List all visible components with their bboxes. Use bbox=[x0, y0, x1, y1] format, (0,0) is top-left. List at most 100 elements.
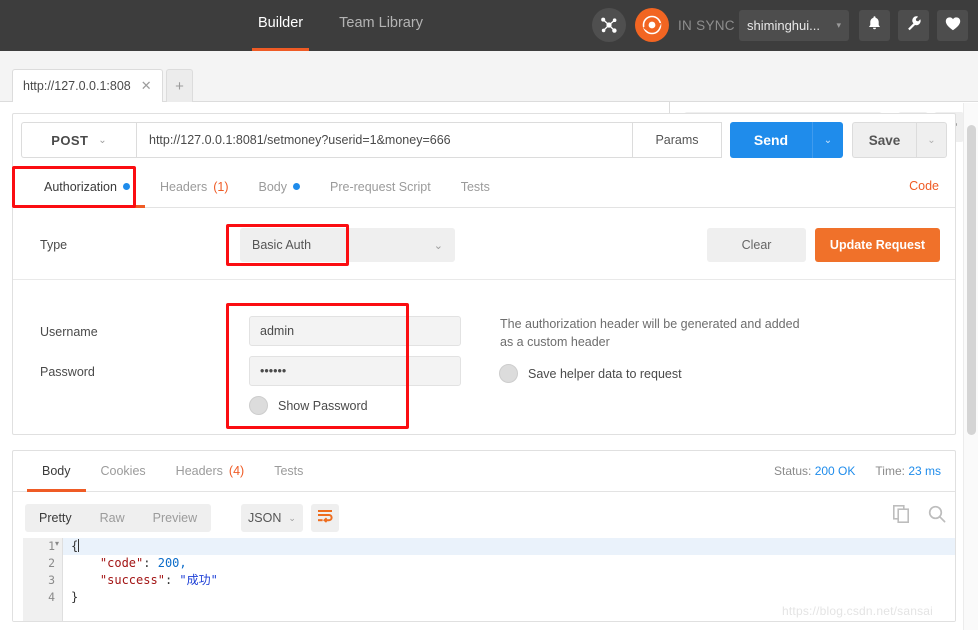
word-wrap-icon bbox=[317, 509, 333, 528]
network-nodes-icon[interactable] bbox=[592, 8, 626, 42]
sync-orbit-icon[interactable] bbox=[635, 8, 669, 42]
send-options-button[interactable]: ⌄ bbox=[812, 122, 843, 158]
status-value: 200 OK bbox=[814, 464, 856, 478]
save-helper-data-toggle[interactable]: Save helper data to request bbox=[499, 364, 682, 383]
copy-response-button[interactable] bbox=[893, 505, 910, 528]
new-tab-button[interactable]: + bbox=[166, 69, 193, 102]
chevron-down-icon: ⌄ bbox=[98, 134, 107, 146]
wrench-icon bbox=[906, 15, 922, 36]
auth-help-text: The authorization header will be generat… bbox=[500, 317, 800, 349]
request-tab-label: http://127.0.0.1:808 bbox=[23, 79, 131, 93]
auth-type-value: Basic Auth bbox=[252, 238, 312, 252]
radio-icon bbox=[249, 396, 268, 415]
header-nav: Builder Team Library bbox=[240, 0, 441, 51]
method-selector[interactable]: POST ⌄ bbox=[21, 122, 136, 158]
tab-label: Authorization bbox=[44, 179, 117, 194]
code-link[interactable]: Code bbox=[909, 179, 939, 193]
search-response-button[interactable] bbox=[928, 505, 946, 528]
tab-pre-request-script[interactable]: Pre-request Script bbox=[315, 166, 446, 207]
status-badge: Status: 200 OK bbox=[774, 464, 855, 478]
tab-count: (4) bbox=[228, 464, 245, 478]
response-format-label: JSON bbox=[248, 511, 282, 525]
json-open-brace: { bbox=[71, 539, 79, 553]
chevron-down-icon: ⌄ bbox=[288, 512, 296, 523]
postman-window: Builder Team Library IN SYNC shiminghui.… bbox=[0, 0, 978, 630]
code-line: } bbox=[71, 589, 947, 606]
update-request-button[interactable]: Update Request bbox=[815, 228, 940, 262]
notifications-button[interactable] bbox=[859, 10, 890, 41]
user-name: shiminghui... bbox=[747, 18, 820, 33]
page-scrollbar[interactable] bbox=[963, 103, 978, 630]
params-button[interactable]: Params bbox=[632, 122, 722, 158]
response-tab-cookies[interactable]: Cookies bbox=[86, 451, 161, 491]
auth-type-row bbox=[13, 208, 955, 280]
time-value: 23 ms bbox=[908, 464, 941, 478]
type-label: Type bbox=[40, 238, 68, 252]
request-tab[interactable]: http://127.0.0.1:808 ✕ bbox=[12, 69, 163, 102]
save-helper-data-label: Save helper data to request bbox=[528, 366, 682, 381]
code-line: "success": "成功" bbox=[99, 573, 218, 587]
show-password-toggle[interactable]: Show Password bbox=[249, 396, 368, 415]
copy-icon bbox=[893, 505, 910, 527]
password-input[interactable]: •••••• bbox=[249, 356, 461, 386]
code-line: { bbox=[63, 538, 955, 555]
view-mode-group: Pretty Raw Preview bbox=[25, 504, 212, 532]
heart-icon bbox=[945, 16, 961, 36]
nav-tab-builder[interactable]: Builder bbox=[240, 0, 321, 51]
word-wrap-button[interactable] bbox=[311, 504, 339, 532]
nav-tab-team-library[interactable]: Team Library bbox=[321, 0, 441, 51]
tab-label: Cookies bbox=[100, 464, 146, 478]
modified-dot-icon bbox=[293, 183, 300, 190]
view-mode-pretty[interactable]: Pretty bbox=[25, 504, 86, 532]
line-number: 3 bbox=[48, 573, 55, 587]
sync-status-label: IN SYNC bbox=[678, 17, 735, 33]
response-tab-tests[interactable]: Tests bbox=[259, 451, 318, 491]
favorites-button[interactable] bbox=[937, 10, 968, 41]
scrollbar-thumb[interactable] bbox=[967, 125, 976, 435]
send-button[interactable]: Send bbox=[730, 122, 812, 158]
time-label: Time: bbox=[875, 464, 905, 478]
save-button[interactable]: Save bbox=[852, 122, 916, 158]
password-label: Password bbox=[40, 365, 95, 379]
user-menu[interactable]: shiminghui... ▾ bbox=[739, 10, 849, 41]
response-panel: Body Cookies Headers (4) Tests Status: 2… bbox=[12, 450, 956, 622]
json-key-code: "code" bbox=[99, 556, 144, 570]
json-value-code: 200, bbox=[157, 556, 187, 570]
save-options-button[interactable]: ⌄ bbox=[916, 122, 947, 158]
response-tab-headers[interactable]: Headers (4) bbox=[161, 451, 260, 491]
status-label: Status: bbox=[774, 464, 812, 478]
username-label: Username bbox=[40, 325, 98, 339]
tab-tests[interactable]: Tests bbox=[446, 166, 505, 207]
response-format-select[interactable]: JSON ⌄ bbox=[241, 504, 303, 532]
response-tab-body[interactable]: Body bbox=[27, 451, 86, 492]
time-badge: Time: 23 ms bbox=[875, 464, 941, 478]
view-mode-raw[interactable]: Raw bbox=[86, 504, 139, 532]
clear-button[interactable]: Clear bbox=[707, 228, 806, 262]
sync-group: IN SYNC bbox=[592, 8, 735, 42]
request-section-tabs: Authorization Headers (1) Body Pre-reque… bbox=[13, 166, 955, 208]
tab-headers[interactable]: Headers (1) bbox=[145, 166, 244, 207]
settings-wrench-button[interactable] bbox=[898, 10, 929, 41]
response-code-area[interactable]: 1 2 3 4 ▾ { "code": 200, "success": "成功"… bbox=[13, 538, 955, 621]
json-close-brace: } bbox=[71, 590, 79, 604]
auth-type-select[interactable]: Basic Auth ⌄ bbox=[240, 228, 455, 262]
request-panel: POST ⌄ http://127.0.0.1:8081/setmoney?us… bbox=[12, 113, 956, 435]
url-input[interactable]: http://127.0.0.1:8081/setmoney?userid=1&… bbox=[136, 122, 632, 158]
tab-authorization[interactable]: Authorization bbox=[29, 166, 145, 208]
chevron-down-icon: ▾ bbox=[836, 20, 841, 30]
username-input[interactable]: admin bbox=[249, 316, 461, 346]
fold-arrow-icon[interactable]: ▾ bbox=[55, 539, 59, 548]
tab-label: Body bbox=[42, 464, 71, 478]
json-key-success: "success" bbox=[99, 573, 165, 587]
tab-label: Body bbox=[258, 179, 288, 194]
search-icon bbox=[928, 505, 946, 527]
tab-body[interactable]: Body bbox=[244, 166, 316, 207]
tab-count: (1) bbox=[213, 179, 229, 194]
view-mode-preview[interactable]: Preview bbox=[139, 504, 211, 532]
line-number-gutter: 1 2 3 4 bbox=[23, 538, 63, 621]
close-icon[interactable]: ✕ bbox=[141, 78, 152, 94]
tab-label: Headers bbox=[175, 464, 223, 478]
json-value-success: "成功" bbox=[179, 573, 218, 587]
method-label: POST bbox=[51, 132, 89, 148]
code-line: "code": 200, bbox=[99, 556, 187, 570]
